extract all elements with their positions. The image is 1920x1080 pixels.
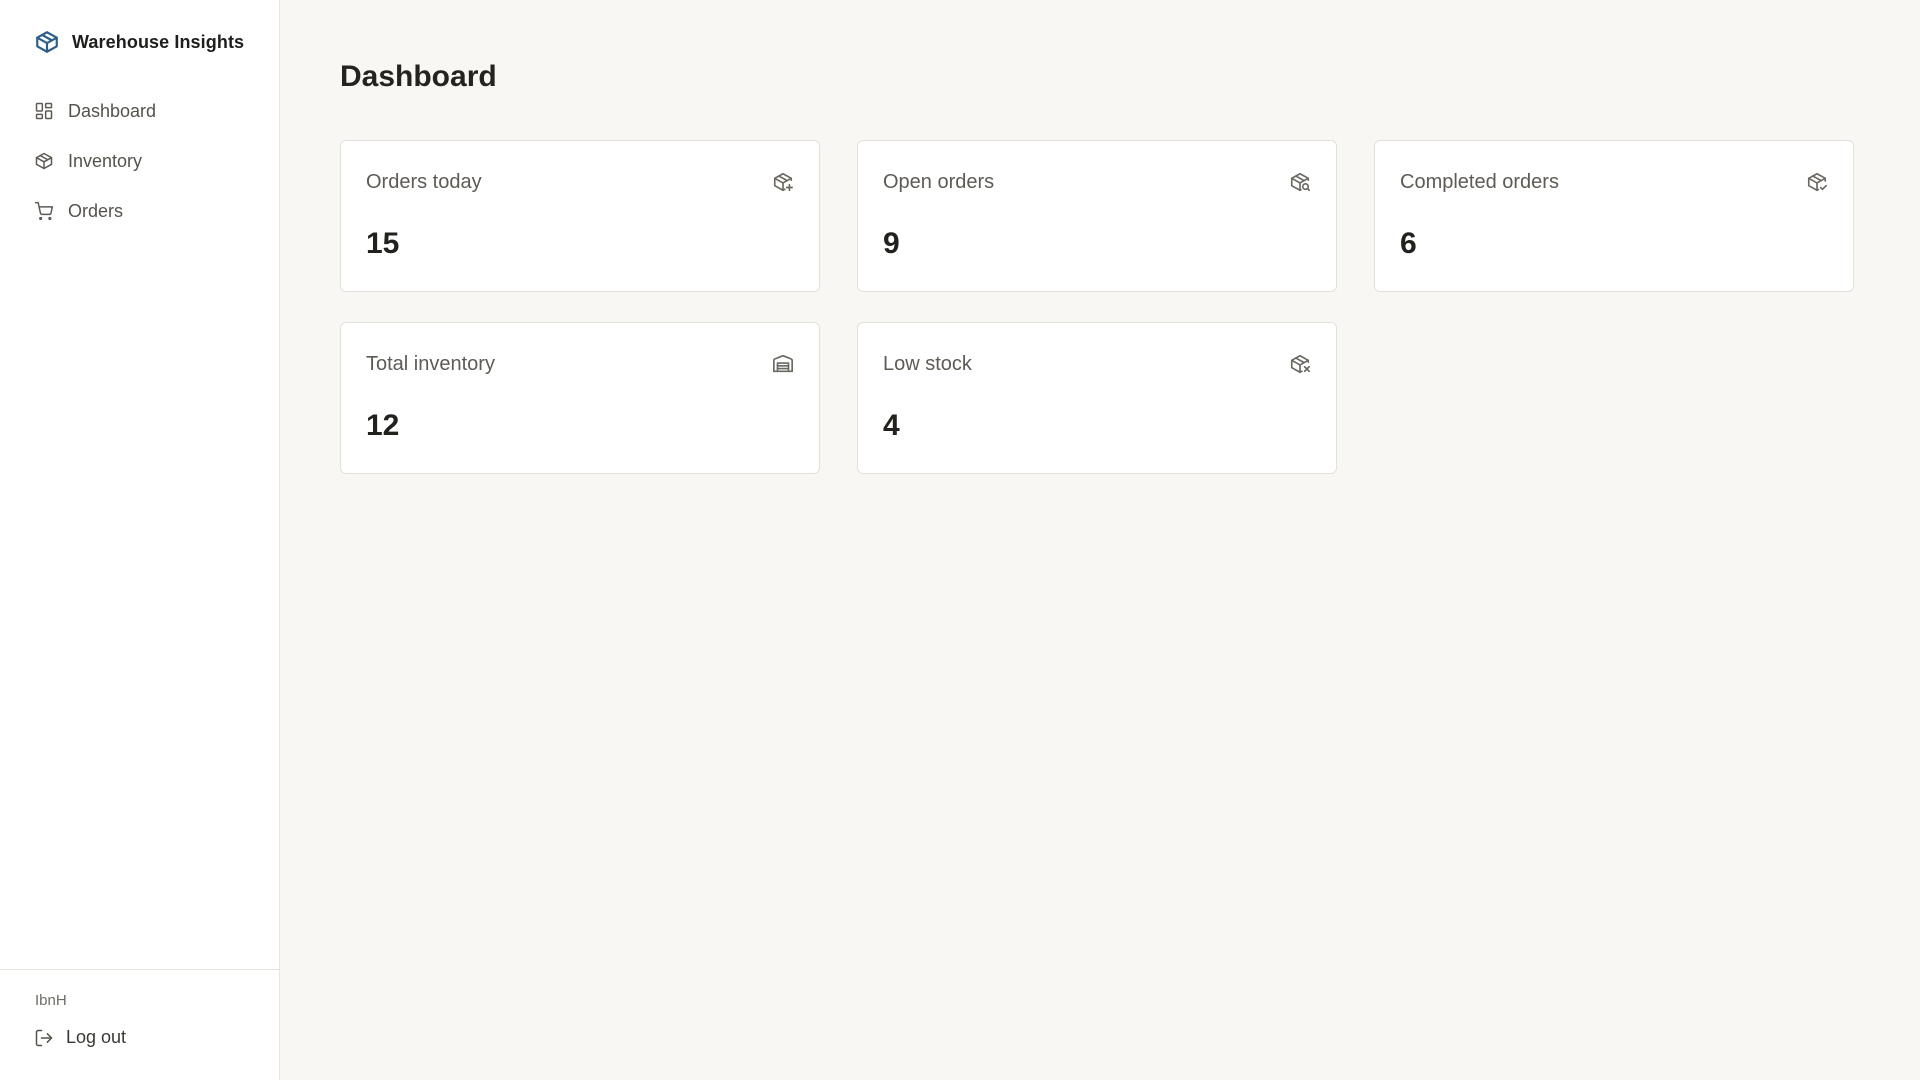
sidebar: Warehouse Insights Dashboard Inventory O… [0, 0, 280, 1080]
app-name: Warehouse Insights [72, 31, 245, 52]
warehouse-icon [772, 353, 794, 375]
stat-card-low-stock: Low stock 4 [857, 322, 1337, 474]
shopping-cart-icon [34, 201, 54, 221]
stat-card-label: Orders today [366, 171, 482, 193]
stat-card-value: 6 [1400, 227, 1417, 260]
sidebar-item-label: Inventory [68, 150, 143, 171]
package-search-icon [1289, 171, 1311, 193]
stat-card-value: 15 [366, 227, 400, 260]
stat-card-label: Total inventory [366, 353, 495, 375]
sidebar-item-inventory[interactable]: Inventory [34, 136, 264, 186]
brand[interactable]: Warehouse Insights [34, 28, 244, 56]
package-icon [34, 29, 60, 55]
sidebar-nav: Dashboard Inventory Orders [34, 86, 264, 236]
stat-card-open-orders: Open orders 9 [857, 140, 1337, 292]
stat-card-completed-orders: Completed orders 6 [1374, 140, 1854, 292]
stat-card-label: Open orders [883, 171, 995, 193]
layout-grid-icon [34, 101, 54, 121]
sidebar-item-dashboard[interactable]: Dashboard [34, 86, 264, 136]
stat-card-label: Completed orders [1400, 171, 1559, 193]
stat-card-value: 4 [883, 409, 900, 442]
logout-button[interactable]: Log out [34, 1027, 126, 1048]
stat-card-value: 12 [366, 409, 400, 442]
sidebar-item-label: Dashboard [68, 100, 157, 121]
sidebar-item-label: Orders [68, 200, 124, 221]
package-plus-icon [772, 171, 794, 193]
username: IbnH [35, 992, 67, 1009]
stat-card-label: Low stock [883, 353, 972, 375]
log-out-icon [34, 1028, 54, 1048]
package-icon [34, 151, 54, 171]
logout-label: Log out [66, 1027, 127, 1047]
stat-card-total-inventory: Total inventory 12 [340, 322, 820, 474]
stat-card-orders-today: Orders today 15 [340, 140, 820, 292]
package-x-icon [1289, 353, 1311, 375]
sidebar-item-orders[interactable]: Orders [34, 186, 264, 236]
stat-cards: Orders today 15 Open orders 9 Completed … [340, 140, 1854, 474]
stat-card-value: 9 [883, 227, 900, 260]
page-title: Dashboard [340, 60, 497, 93]
sidebar-footer: IbnH Log out [0, 969, 279, 1080]
package-check-icon [1806, 171, 1828, 193]
